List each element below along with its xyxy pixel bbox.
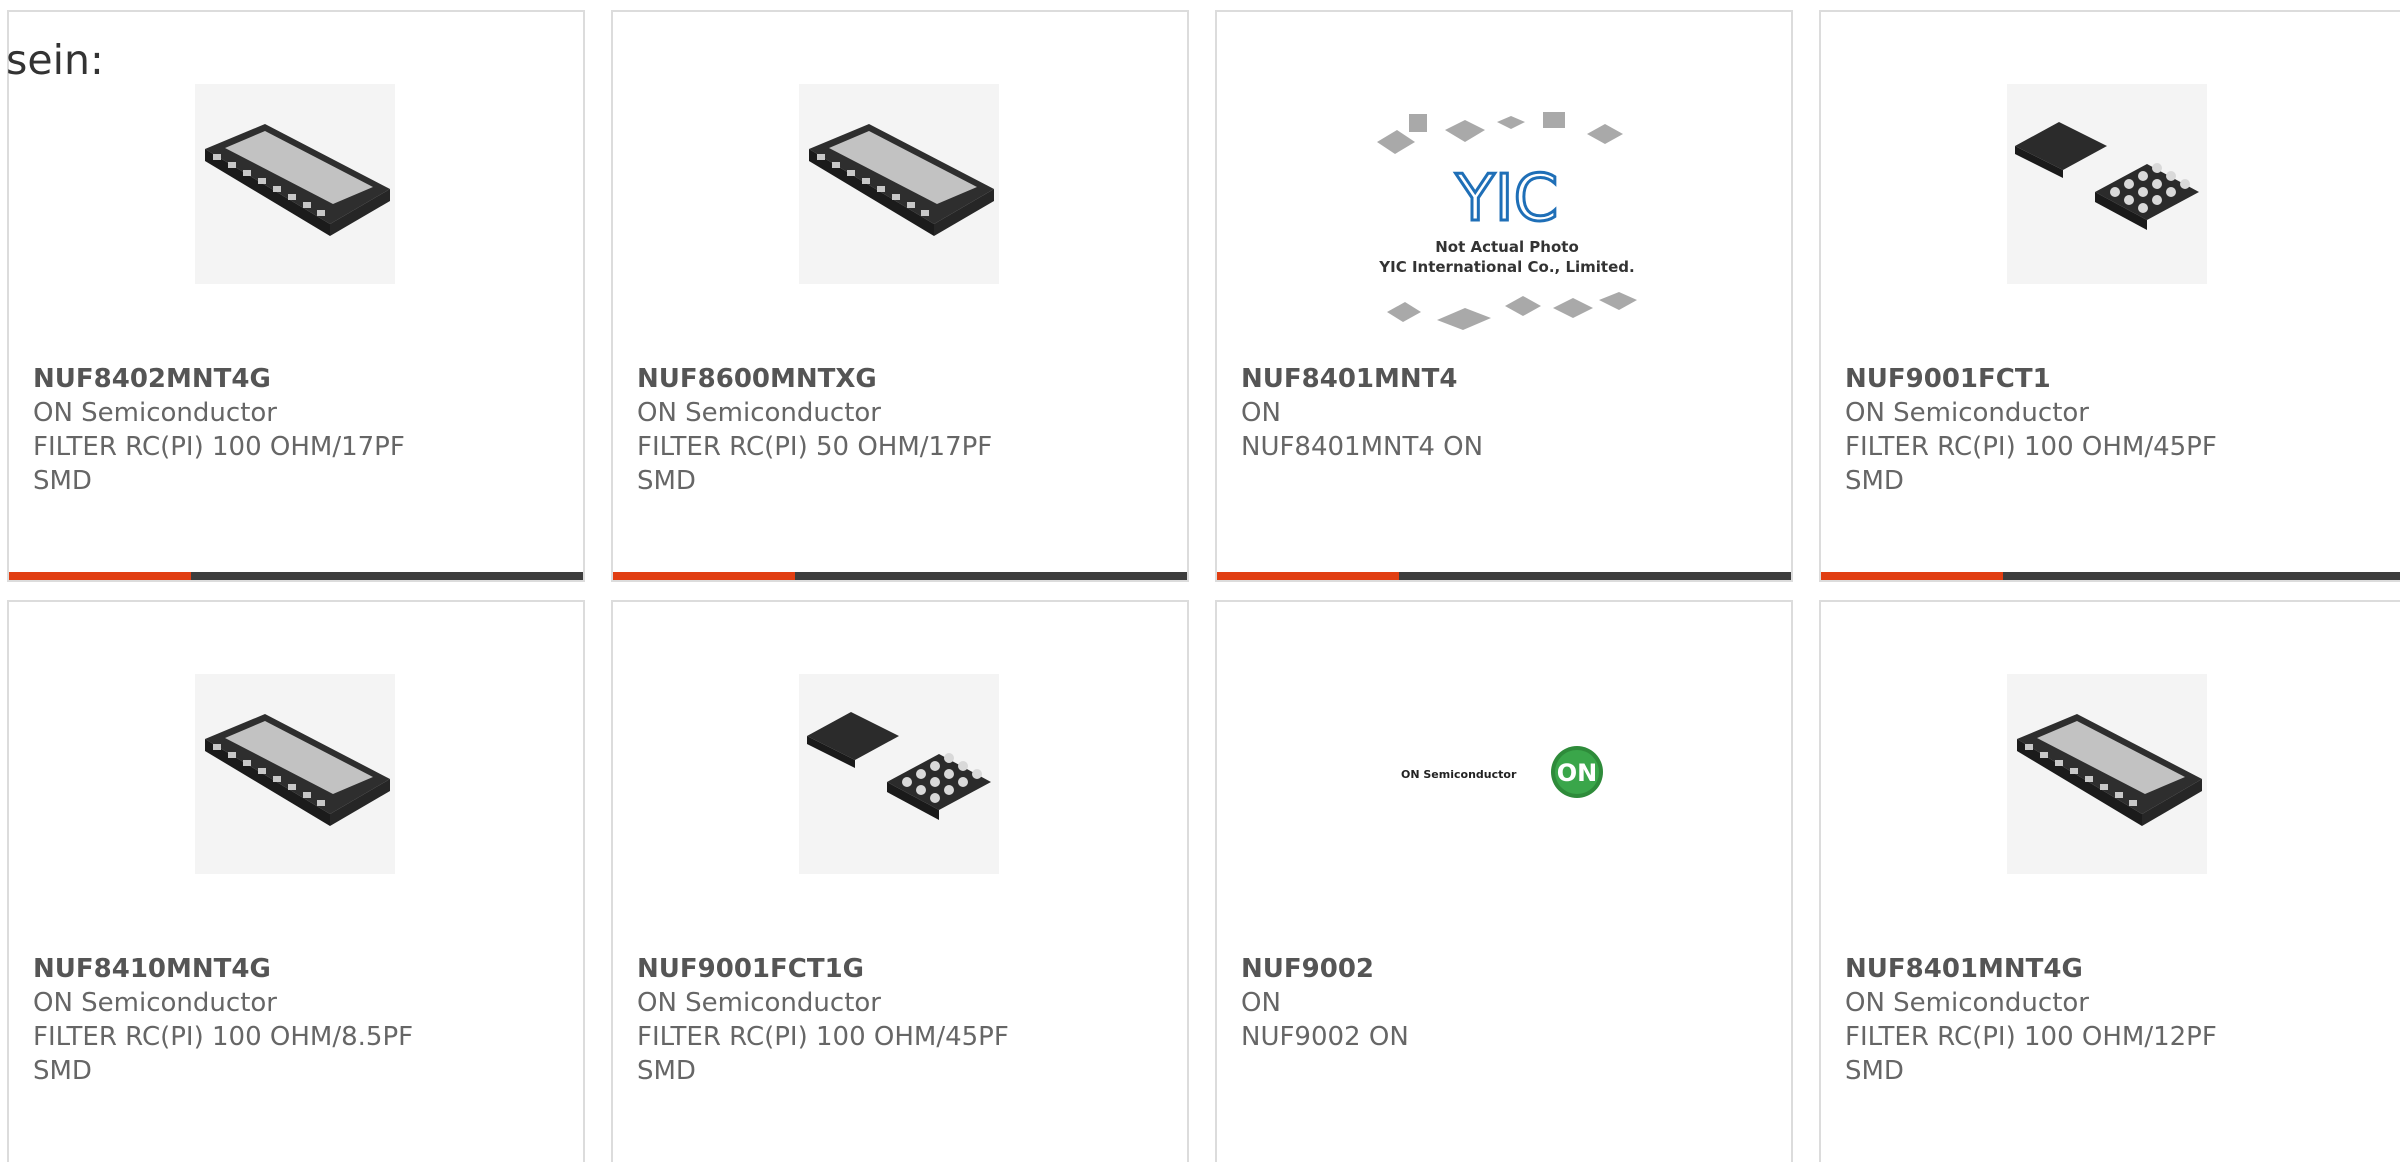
manufacturer: ON (1241, 398, 1281, 428)
manufacturer: ON Semiconductor (637, 398, 881, 428)
part-number[interactable]: NUF9002 (1241, 952, 1661, 986)
description: FILTER RC(PI) 50 OHM/17PF SMD (637, 432, 993, 496)
card-footer-bar (1217, 572, 1791, 580)
manufacturer: ON Semiconductor (1845, 398, 2089, 428)
part-number[interactable]: NUF9001FCT1 (1845, 362, 2265, 396)
logo-wordmark: ON Semiconductor (1401, 768, 1517, 781)
manufacturer: ON Semiconductor (637, 988, 881, 1018)
product-info: NUF9002 ON NUF9002 ON (1241, 952, 1661, 1054)
card-footer-bar (613, 572, 1187, 580)
product-card[interactable]: NUF8410MNT4G ON Semiconductor FILTER RC(… (7, 600, 585, 1162)
product-card[interactable]: NUF8402MNT4G ON Semiconductor FILTER RC(… (7, 10, 585, 582)
product-image[interactable] (2007, 84, 2207, 284)
part-number[interactable]: NUF8402MNT4G (33, 362, 453, 396)
part-number[interactable]: NUF8401MNT4 (1241, 362, 1661, 396)
dfn-chip-image (195, 84, 395, 284)
dfn-chip-image (2007, 674, 2207, 874)
product-card[interactable]: NUF8600MNTXG ON Semiconductor FILTER RC(… (611, 10, 1189, 582)
card-footer-accent (613, 572, 795, 580)
product-info: NUF8600MNTXG ON Semiconductor FILTER RC(… (637, 362, 1057, 498)
product-card[interactable]: ON Semiconductor ON NUF9002 ON NUF9002 O… (1215, 600, 1793, 1162)
part-number[interactable]: NUF8600MNTXG (637, 362, 1057, 396)
description: FILTER RC(PI) 100 OHM/45PF SMD (1845, 432, 2217, 496)
product-card[interactable]: NUF9001FCT1 ON Semiconductor FILTER RC(P… (1819, 10, 2400, 582)
logo-badge: ON (1557, 759, 1598, 787)
product-image[interactable] (799, 84, 999, 284)
card-footer-bar (9, 572, 583, 580)
description: FILTER RC(PI) 100 OHM/45PF SMD (637, 1022, 1009, 1086)
part-number[interactable]: NUF8401MNT4G (1845, 952, 2265, 986)
product-image[interactable]: YIC Not Actual Photo YIC International C… (1367, 102, 1647, 352)
product-card[interactable]: NUF9001FCT1G ON Semiconductor FILTER RC(… (611, 600, 1189, 1162)
product-info: NUF8401MNT4G ON Semiconductor FILTER RC(… (1845, 952, 2265, 1088)
description: FILTER RC(PI) 100 OHM/12PF SMD (1845, 1022, 2217, 1086)
manufacturer: ON Semiconductor (33, 398, 277, 428)
card-footer-accent (1217, 572, 1399, 580)
card-footer-accent (9, 572, 191, 580)
description: FILTER RC(PI) 100 OHM/8.5PF SMD (33, 1022, 414, 1086)
product-image[interactable]: ON Semiconductor ON (1397, 732, 1617, 812)
intro-text: sein: (6, 36, 104, 84)
on-semiconductor-logo: ON Semiconductor ON (1401, 746, 1603, 798)
manufacturer: ON Semiconductor (33, 988, 277, 1018)
product-info: NUF8410MNT4G ON Semiconductor FILTER RC(… (33, 952, 453, 1088)
description: NUF9002 ON (1241, 1022, 1409, 1052)
placeholder-line-1: Not Actual Photo (1435, 238, 1579, 256)
product-info: NUF9001FCT1 ON Semiconductor FILTER RC(P… (1845, 362, 2265, 498)
card-footer-accent (1821, 572, 2003, 580)
description: FILTER RC(PI) 100 OHM/17PF SMD (33, 432, 405, 496)
placeholder-logo-text: YIC (1455, 162, 1559, 236)
part-number[interactable]: NUF8410MNT4G (33, 952, 453, 986)
product-card[interactable]: YIC Not Actual Photo YIC International C… (1215, 10, 1793, 582)
placeholder-image: YIC Not Actual Photo YIC International C… (1377, 112, 1637, 330)
product-grid-page: sein: NUF8402MNT4G ON Semiconductor FILT… (0, 0, 2400, 1162)
dfn-chip-image (195, 674, 395, 874)
product-image[interactable] (195, 84, 395, 284)
product-image[interactable] (2007, 674, 2207, 874)
manufacturer: ON Semiconductor (1845, 988, 2089, 1018)
product-image[interactable] (195, 674, 395, 874)
product-info: NUF8402MNT4G ON Semiconductor FILTER RC(… (33, 362, 453, 498)
product-image[interactable] (799, 674, 999, 874)
part-number[interactable]: NUF9001FCT1G (637, 952, 1057, 986)
bga-chip-image (799, 674, 999, 874)
product-info: NUF8401MNT4 ON NUF8401MNT4 ON (1241, 362, 1661, 464)
manufacturer: ON (1241, 988, 1281, 1018)
dfn-chip-image (799, 84, 999, 284)
product-card[interactable]: NUF8401MNT4G ON Semiconductor FILTER RC(… (1819, 600, 2400, 1162)
bga-chip-image (2007, 84, 2207, 284)
product-info: NUF9001FCT1G ON Semiconductor FILTER RC(… (637, 952, 1057, 1088)
description: NUF8401MNT4 ON (1241, 432, 1484, 462)
placeholder-line-2: YIC International Co., Limited. (1378, 258, 1634, 276)
card-footer-bar (1821, 572, 2400, 580)
